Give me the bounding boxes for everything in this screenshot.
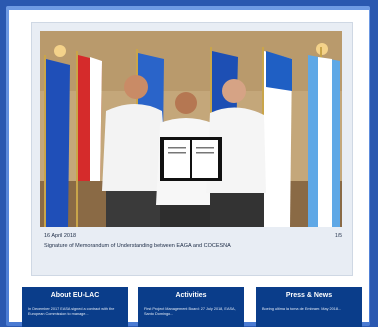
- panel-activities[interactable]: Activities First Project Management Boar…: [138, 287, 244, 327]
- panel-about-body: In December 2017 EASA signed a contract …: [28, 307, 115, 316]
- panel-about-title[interactable]: About EU-LAC: [22, 292, 128, 299]
- slide-photo[interactable]: [40, 31, 342, 227]
- panel-press-title[interactable]: Press & News: [256, 292, 362, 299]
- panel-press[interactable]: Press & News Boeing ultima la toma de Em…: [256, 287, 362, 327]
- slide-caption: Signature of Memorandum of Understanding…: [44, 243, 231, 249]
- photo-illustration: [40, 31, 342, 227]
- panel-activities-title[interactable]: Activities: [138, 292, 244, 299]
- panel-press-body: Boeing ultima la toma de Embraer. May 20…: [262, 307, 342, 311]
- panel-activities-body: First Project Management Board: 27 July …: [144, 307, 236, 316]
- slide-date: 16 April 2018: [44, 233, 77, 239]
- memorandum-folder: [160, 137, 222, 181]
- slide-counter: 1/5: [335, 233, 342, 239]
- slideshow-card: 16 April 2018 Signature of Memorandum of…: [31, 22, 353, 276]
- panel-about[interactable]: About EU-LAC In December 2017 EASA signe…: [22, 287, 128, 327]
